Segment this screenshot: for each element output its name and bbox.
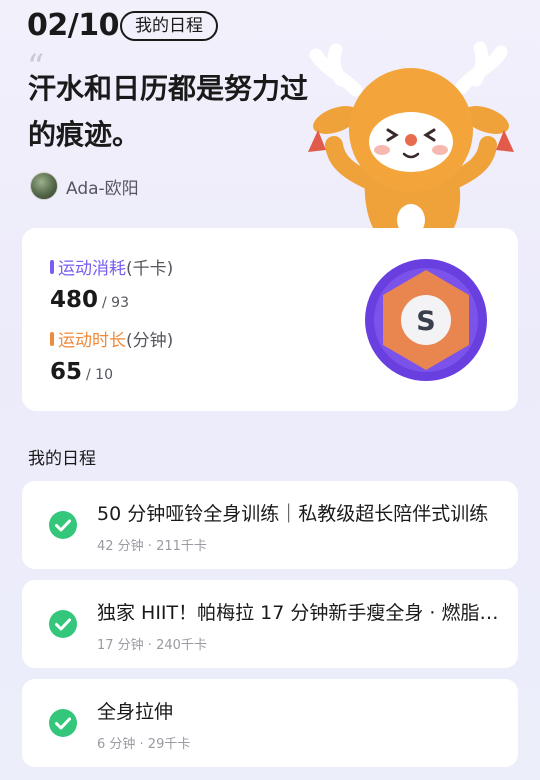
avatar <box>30 172 58 200</box>
schedule-item-title: 50 分钟哑铃全身训练｜私教级超长陪伴式训练 <box>97 503 489 525</box>
badge-letter: S <box>416 306 435 337</box>
schedule-item[interactable]: 全身拉伸 6 分钟 · 29千卡 <box>22 679 518 767</box>
schedule-item-meta: 6 分钟 · 29千卡 <box>97 737 191 752</box>
schedule-item-title: 独家 HIIT！帕梅拉 17 分钟新手瘦全身 · 燃脂训练 <box>97 602 507 624</box>
calories-target: / 93 <box>102 295 129 311</box>
schedule-item-title: 全身拉伸 <box>97 701 174 723</box>
calories-value: 480 <box>50 287 99 313</box>
duration-target: / 10 <box>86 367 113 383</box>
check-icon <box>49 511 77 539</box>
author-row[interactable]: Ada-欧阳 <box>30 172 139 200</box>
schedule-item[interactable]: 独家 HIIT！帕梅拉 17 分钟新手瘦全身 · 燃脂训练 17 分钟 · 24… <box>22 580 518 668</box>
check-icon <box>49 709 77 737</box>
daily-quote: 汗水和日历都是努力过的痕迹。 <box>28 72 309 151</box>
duration-marker <box>50 331 54 346</box>
calories-label: 运动消耗 <box>58 259 126 279</box>
calories-unit: (千卡) <box>126 259 174 279</box>
duration-value: 65 <box>50 359 83 385</box>
calories-marker <box>50 259 54 274</box>
schedule-item-meta: 42 分钟 · 211千卡 <box>97 539 207 554</box>
s-grade-badge-icon: S <box>365 259 487 381</box>
deer-mascot-illustration <box>308 41 514 235</box>
duration-label: 运动时长 <box>58 331 126 351</box>
date-heading: 02/10 <box>27 8 119 43</box>
schedule-section-title: 我的日程 <box>28 449 96 469</box>
schedule-item-meta: 17 分钟 · 240千卡 <box>97 638 207 653</box>
duration-unit: (分钟) <box>126 331 174 351</box>
calories-stat: 运动消耗 (千卡) 480 / 93 <box>50 254 173 313</box>
stats-card: 运动消耗 (千卡) 480 / 93 运动时长 (分钟) 65 / 10 S <box>22 228 518 411</box>
my-schedule-tag[interactable]: 我的日程 <box>120 11 218 41</box>
schedule-item[interactable]: 50 分钟哑铃全身训练｜私教级超长陪伴式训练 42 分钟 · 211千卡 <box>22 481 518 569</box>
check-icon <box>49 610 77 638</box>
author-name: Ada-欧阳 <box>66 178 139 199</box>
duration-stat: 运动时长 (分钟) 65 / 10 <box>50 326 173 385</box>
